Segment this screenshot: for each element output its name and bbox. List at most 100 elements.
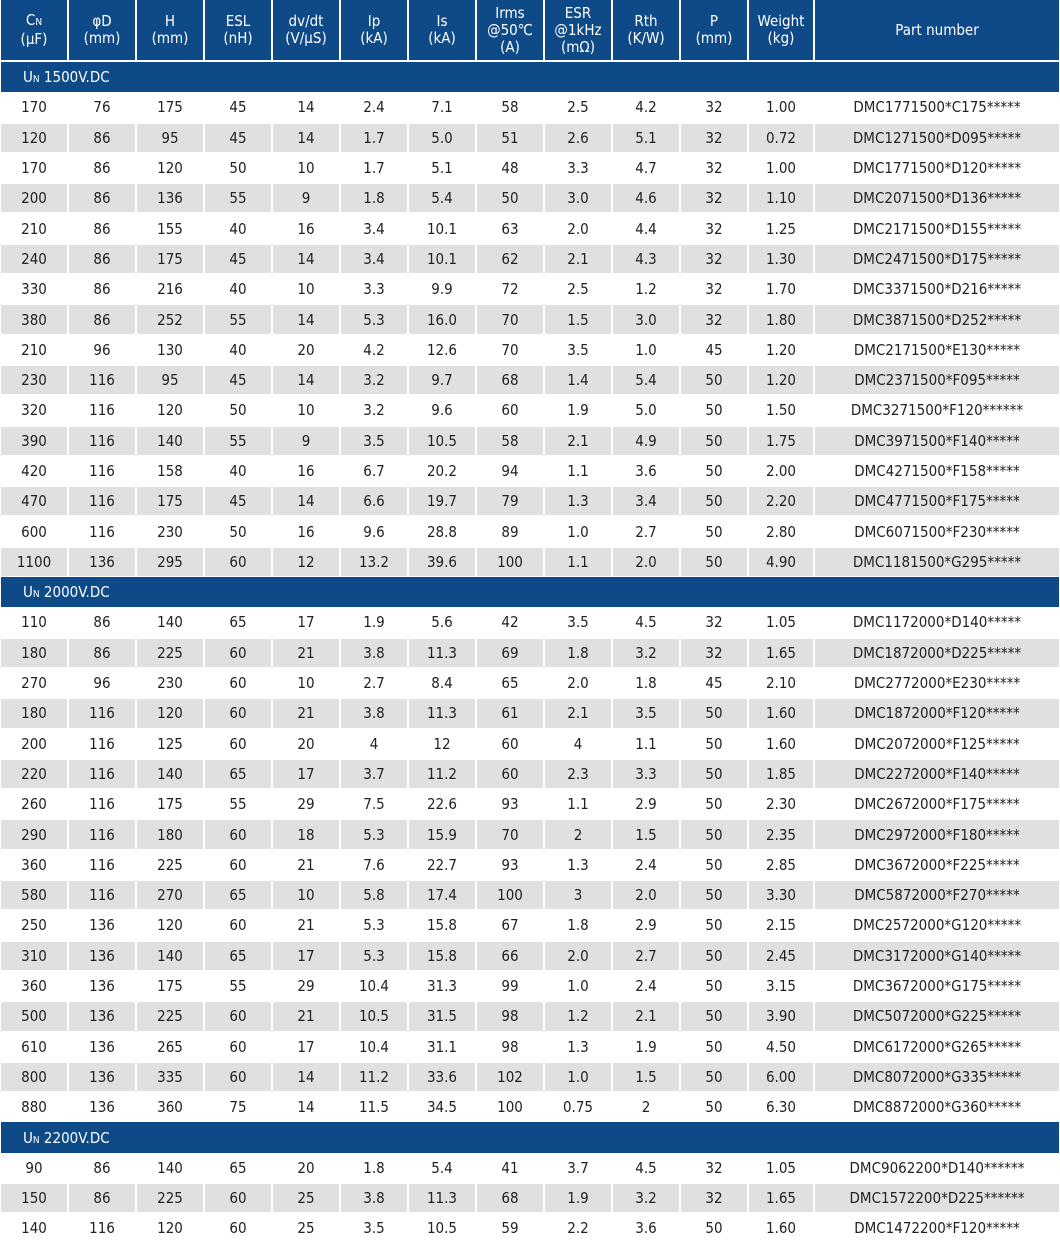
table-cell: 1.2 — [545, 1001, 611, 1032]
table-cell: 60 — [229, 674, 247, 693]
table-cell: 41 — [501, 1158, 519, 1177]
table-cell: 58 — [477, 425, 543, 456]
table-cell: 335 — [137, 1061, 203, 1093]
table-cell: 1.65 — [749, 1182, 813, 1214]
table-cell: 1.7 — [363, 159, 385, 178]
table-cell: 102 — [477, 1061, 543, 1093]
table-cell: 175 — [157, 795, 183, 814]
table-cell: 0.72 — [749, 122, 813, 153]
table-cell: 330 — [21, 280, 47, 299]
table-cell: 1.3 — [567, 855, 589, 874]
table-cell: 21 — [273, 1001, 339, 1032]
part-number-cell: DMC3971500*F140***** — [815, 425, 1059, 456]
table-cell: 1.60 — [765, 734, 797, 753]
table-cell: 116 — [69, 698, 135, 729]
part-number-cell: DMC2572000*G120***** — [852, 916, 1022, 935]
section-label: UN 2200V.DC — [1, 1122, 1059, 1153]
table-cell: 158 — [157, 462, 183, 480]
part-number-cell: DMC3371500*D216***** — [852, 280, 1022, 299]
table-row: 610 136 265 60 17 10.4 31.1 98 1.3 1.9 50 4.50 DMC61… — [1, 1032, 1059, 1062]
table-cell: 2.5 — [567, 98, 589, 117]
table-cell: 2 — [545, 819, 611, 850]
table-row: 270 96 230 60 10 2.7 8.4 65 2.0 1.8 45 2.10 DMC27720… — [1, 668, 1059, 698]
table-cell: 140 — [157, 1158, 183, 1177]
table-cell: 4.9 — [613, 425, 679, 456]
table-cell: 17 — [297, 613, 315, 632]
table-cell: 9.9 — [431, 280, 453, 299]
table-row: 140 116 120 60 25 3.5 10.5 59 2.2 3.6 50 1.60 DMC147… — [1, 1213, 1059, 1243]
header-unit: (μF) — [20, 30, 48, 48]
table-cell: 45 — [705, 674, 723, 693]
table-cell: 1.30 — [749, 243, 813, 275]
table-cell: 50 — [681, 698, 747, 729]
table-cell: 3.4 — [613, 486, 679, 517]
table-cell: 60 — [229, 1037, 247, 1056]
table-cell: 50 — [705, 977, 723, 996]
table-cell: 32 — [705, 98, 723, 117]
table-cell: 3.8 — [341, 698, 407, 729]
part-number-cell: DMC2171500*D155***** — [852, 219, 1022, 238]
table-cell: 1.2 — [635, 280, 657, 299]
table-row: 310 136 140 65 17 5.3 15.8 66 2.0 2.7 50 2.45 DMC317… — [1, 940, 1059, 971]
table-cell: 1.9 — [567, 401, 589, 420]
table-cell: 140 — [157, 613, 183, 632]
table-cell: 16.0 — [409, 304, 475, 335]
table-cell: 12 — [273, 546, 339, 578]
table-cell: 15.8 — [409, 940, 475, 971]
table-cell: 170 — [21, 159, 47, 178]
table-cell: 86 — [69, 243, 135, 275]
table-cell: 6.6 — [341, 486, 407, 517]
table-cell: 1.9 — [363, 613, 385, 632]
table-cell: 225 — [157, 855, 183, 874]
table-cell: 9.6 — [431, 401, 453, 420]
table-cell: 3.2 — [613, 637, 679, 668]
table-cell: 2.4 — [635, 855, 657, 874]
table-cell: 32 — [681, 183, 747, 214]
table-cell: 1.00 — [765, 98, 797, 117]
part-number-cell: DMC2171500*E130***** — [853, 340, 1021, 359]
table-cell: 2.10 — [765, 674, 797, 693]
table-cell: 4.5 — [635, 613, 657, 632]
table-cell: 32 — [705, 219, 723, 238]
table-cell: 140 — [137, 758, 203, 790]
table-row: 600 116 230 50 16 9.6 28.8 89 1.0 2.7 50 2.80 DMC607… — [1, 516, 1059, 546]
column-header: dv/dt (V/μS) — [273, 0, 339, 62]
header-unit: (kg) — [767, 29, 795, 47]
capacitor-spec-table: CN (μF) φD (mm) H (mm) ESL (nH) dv/dt (V/μS) Ip (kA… — [0, 0, 1060, 1244]
table-cell: 4.6 — [613, 183, 679, 214]
table-cell: 225 — [137, 1182, 203, 1214]
table-cell: 116 — [69, 880, 135, 911]
header-main: φD — [92, 12, 112, 30]
part-number-cell: DMC6071500*F230***** — [854, 522, 1020, 541]
table-cell: 50 — [681, 486, 747, 517]
table-cell: 380 — [1, 304, 67, 335]
section-header-row: UN 2000V.DC — [1, 577, 1059, 608]
table-row: 200 86 136 55 9 1.8 5.4 50 3.0 4.6 32 1.10 DMC207150… — [1, 183, 1059, 214]
header-unit: (nH) — [223, 29, 253, 47]
table-cell: 120 — [137, 698, 203, 729]
table-cell: 140 — [21, 1219, 47, 1238]
table-cell: 5.4 — [613, 364, 679, 396]
table-cell: 50 — [681, 819, 747, 850]
table-cell: 50 — [681, 546, 747, 578]
table-cell: 60 — [205, 819, 271, 850]
table-cell: 1.50 — [765, 401, 797, 420]
column-header: Is (kA) — [409, 0, 475, 62]
table-cell: 3.4 — [341, 243, 407, 275]
table-cell: 60 — [205, 546, 271, 578]
table-cell: 21 — [297, 855, 315, 874]
table-row: 180 86 225 60 21 3.8 11.3 69 1.8 3.2 32 1.65 DMC1872… — [1, 637, 1059, 668]
table-cell: 50 — [681, 364, 747, 396]
table-cell: 2 — [641, 1098, 651, 1117]
table-cell: 93 — [501, 855, 519, 874]
part-number-cell: DMC1572200*D225****** — [815, 1182, 1059, 1214]
table-cell: 50 — [705, 916, 723, 935]
table-cell: 79 — [477, 486, 543, 517]
table-cell: 17 — [273, 758, 339, 790]
table-cell: 60 — [229, 734, 247, 753]
table-cell: 60 — [229, 916, 247, 935]
table-cell: 40 — [229, 340, 247, 359]
table-cell: 9.6 — [363, 522, 385, 541]
table-cell: 12 — [433, 734, 451, 753]
table-cell: 15.8 — [426, 916, 458, 935]
